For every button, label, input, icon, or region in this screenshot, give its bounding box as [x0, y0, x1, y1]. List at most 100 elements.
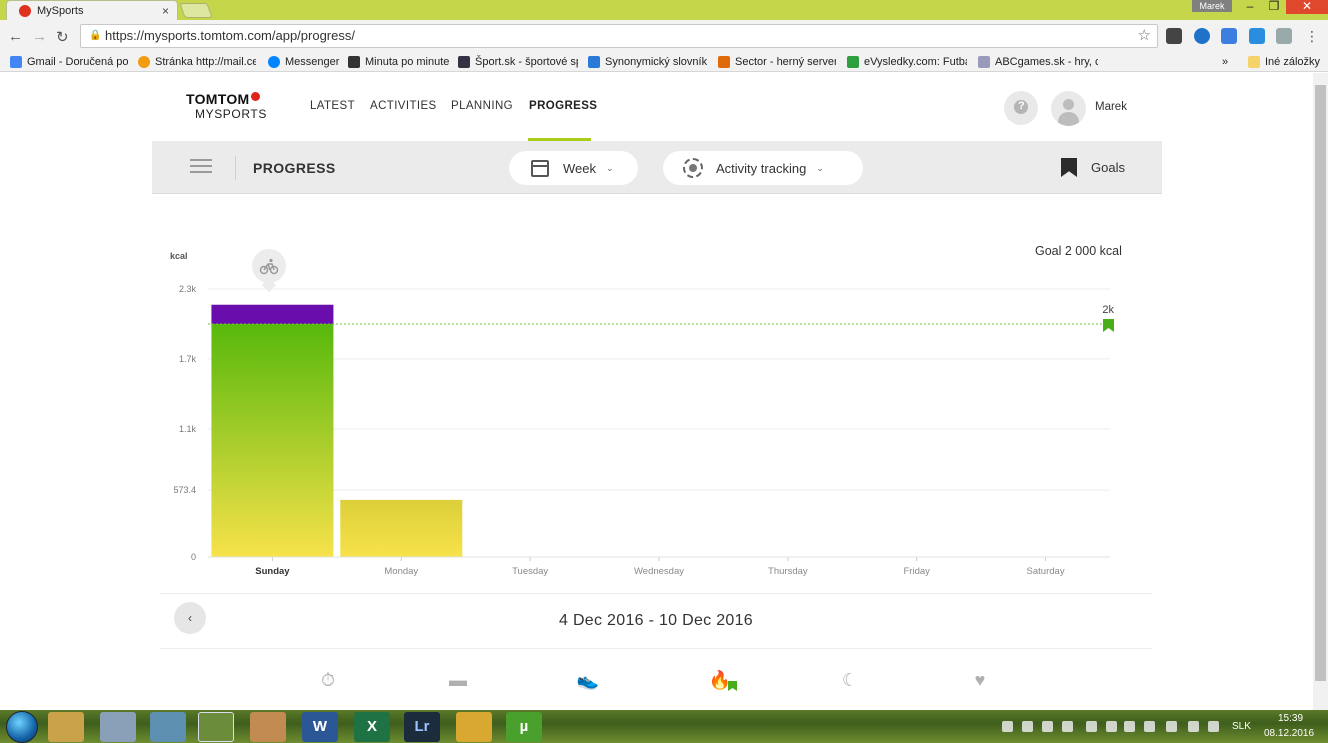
- tab-title: MySports: [37, 4, 84, 17]
- bookmark-site-icon: [588, 56, 600, 68]
- translate-icon[interactable]: [1221, 28, 1237, 44]
- download-icon[interactable]: [1249, 28, 1265, 44]
- bookmark-site-icon: [847, 56, 859, 68]
- bookmark-item[interactable]: eVysledky.com: Futba: [847, 54, 967, 70]
- divider: [235, 156, 236, 180]
- clock-date[interactable]: 08.12.2016: [1264, 728, 1314, 739]
- windows-taskbar: W X Lr µ SLK 15:39 08.12.2016: [0, 710, 1328, 743]
- back-icon[interactable]: ←: [8, 28, 23, 45]
- clock-time[interactable]: 15:39: [1278, 713, 1303, 724]
- lock-icon: 🔒: [89, 30, 102, 41]
- bookmark-star-icon[interactable]: ☆: [1138, 25, 1151, 47]
- period-value: Week: [563, 160, 596, 176]
- goals-button[interactable]: Goals: [1061, 158, 1125, 177]
- mail-icon: [138, 56, 150, 68]
- explorer-icon[interactable]: [48, 712, 84, 742]
- y-axis-label: kcal: [170, 251, 188, 261]
- chrome-icon[interactable]: [198, 712, 234, 742]
- moon-icon: ☾: [841, 670, 859, 690]
- bluetooth-icon[interactable]: [1124, 721, 1135, 732]
- address-bar[interactable]: 🔒 https://mysports.tomtom.com/app/progre…: [80, 24, 1158, 48]
- tray-icon[interactable]: [1002, 721, 1013, 732]
- system-tray: SLK 15:39 08.12.2016: [998, 710, 1328, 743]
- start-button[interactable]: [6, 711, 38, 743]
- nav-latest[interactable]: LATEST: [310, 100, 355, 112]
- tomtom-logo[interactable]: TOMTOM: [186, 91, 260, 107]
- page-scrollbar[interactable]: [1313, 73, 1328, 710]
- menu-icon[interactable]: ⋮: [1304, 28, 1320, 44]
- close-window-button[interactable]: ✕: [1286, 0, 1328, 14]
- browser-titlebar: MySports × Marek – ❐ ✕: [0, 0, 1328, 20]
- nav-activities[interactable]: ACTIVITIES: [370, 100, 437, 112]
- bookmark-item[interactable]: Synonymický slovník: [588, 54, 708, 70]
- chevron-down-icon: ⌄: [606, 162, 614, 173]
- minimize-button[interactable]: –: [1240, 0, 1260, 14]
- x-tick-label-thursday: Thursday: [768, 566, 808, 577]
- bookmark-item[interactable]: Gmail - Doručená po: [10, 54, 128, 70]
- browser-tab[interactable]: MySports ×: [6, 0, 178, 20]
- list-menu-icon[interactable]: [190, 157, 212, 175]
- nav-planning[interactable]: PLANNING: [451, 100, 513, 112]
- tray-icon[interactable]: [1042, 721, 1053, 732]
- stat-steps[interactable]: 👟: [558, 669, 618, 691]
- extension-icon[interactable]: [1194, 28, 1210, 44]
- tray-icon[interactable]: [1022, 721, 1033, 732]
- language-indicator[interactable]: SLK: [1232, 721, 1251, 732]
- username[interactable]: Marek: [1095, 101, 1127, 113]
- profile-badge[interactable]: Marek: [1192, 0, 1232, 12]
- bookmark-item[interactable]: Messenger: [268, 54, 344, 70]
- tray-icon[interactable]: [1062, 721, 1073, 732]
- tab-close-icon[interactable]: ×: [162, 4, 169, 18]
- paint-icon[interactable]: [250, 712, 286, 742]
- goals-label: Goals: [1091, 160, 1125, 175]
- utorrent-icon[interactable]: µ: [506, 712, 542, 742]
- other-bookmarks-folder[interactable]: Iné záložky: [1248, 54, 1324, 70]
- chevron-down-icon: ⌄: [816, 162, 824, 173]
- metric-dropdown[interactable]: Activity tracking ⌄: [663, 151, 863, 185]
- progress-toolbar: PROGRESS Week ⌄ Activity tracking ⌄ Goal…: [152, 141, 1162, 194]
- network-icon[interactable]: [1166, 721, 1177, 732]
- bookmark-item[interactable]: Stránka http://mail.ce: [138, 54, 256, 70]
- nav-progress[interactable]: PROGRESS: [529, 100, 597, 112]
- lightroom-icon[interactable]: Lr: [404, 712, 440, 742]
- stat-heart-rate[interactable]: ♥: [950, 669, 1010, 691]
- reload-icon[interactable]: ↻: [56, 28, 69, 46]
- bookmarks-bar: Gmail - Doručená po Stránka http://mail.…: [0, 52, 1328, 72]
- stat-calories[interactable]: 🔥: [690, 669, 750, 691]
- stat-sleep[interactable]: ☾: [820, 669, 880, 691]
- period-dropdown[interactable]: Week ⌄: [509, 151, 638, 185]
- metric-value: Activity tracking: [716, 160, 807, 176]
- new-tab-button[interactable]: [179, 3, 213, 18]
- word-icon[interactable]: W: [302, 712, 338, 742]
- scrollbar-thumb[interactable]: [1315, 85, 1326, 681]
- pocket-icon[interactable]: [1166, 28, 1182, 44]
- avatar[interactable]: [1051, 91, 1086, 126]
- bookmark-item[interactable]: Sector - herný server,: [718, 54, 836, 70]
- calculator-icon[interactable]: [100, 712, 136, 742]
- x-tick-label-saturday: Saturday: [1027, 566, 1065, 577]
- date-range-row: ‹ 4 Dec 2016 - 10 Dec 2016: [160, 593, 1152, 649]
- notes-icon[interactable]: [150, 712, 186, 742]
- bookmark-item[interactable]: ABCgames.sk - hry, ch: [978, 54, 1098, 70]
- x-tick-label-wednesday: Wednesday: [634, 566, 684, 577]
- excel-icon[interactable]: X: [354, 712, 390, 742]
- video-editor-icon[interactable]: [456, 712, 492, 742]
- x-tick-label-tuesday: Tuesday: [512, 566, 548, 577]
- activity-tracking-icon: [683, 158, 703, 178]
- google-icon: [10, 56, 22, 68]
- maximize-button[interactable]: ❐: [1264, 0, 1284, 14]
- action-center-icon[interactable]: [1208, 721, 1219, 732]
- forward-icon[interactable]: →: [32, 28, 47, 45]
- screenshot-icon[interactable]: [1276, 28, 1292, 44]
- tray-icon[interactable]: [1106, 721, 1117, 732]
- battery-icon[interactable]: [1144, 721, 1155, 732]
- bookmarks-overflow-button[interactable]: »: [1222, 54, 1234, 70]
- help-button[interactable]: ?: [1004, 91, 1038, 125]
- stat-distance[interactable]: ▬: [428, 669, 488, 691]
- stat-duration[interactable]: ⏱: [298, 669, 358, 691]
- activity-marker[interactable]: [252, 249, 286, 283]
- volume-icon[interactable]: [1188, 721, 1199, 732]
- bookmark-item[interactable]: Minuta po minute: [348, 54, 450, 70]
- bookmark-item[interactable]: Šport.sk - športové sp: [458, 54, 578, 70]
- tray-icon[interactable]: [1086, 721, 1097, 732]
